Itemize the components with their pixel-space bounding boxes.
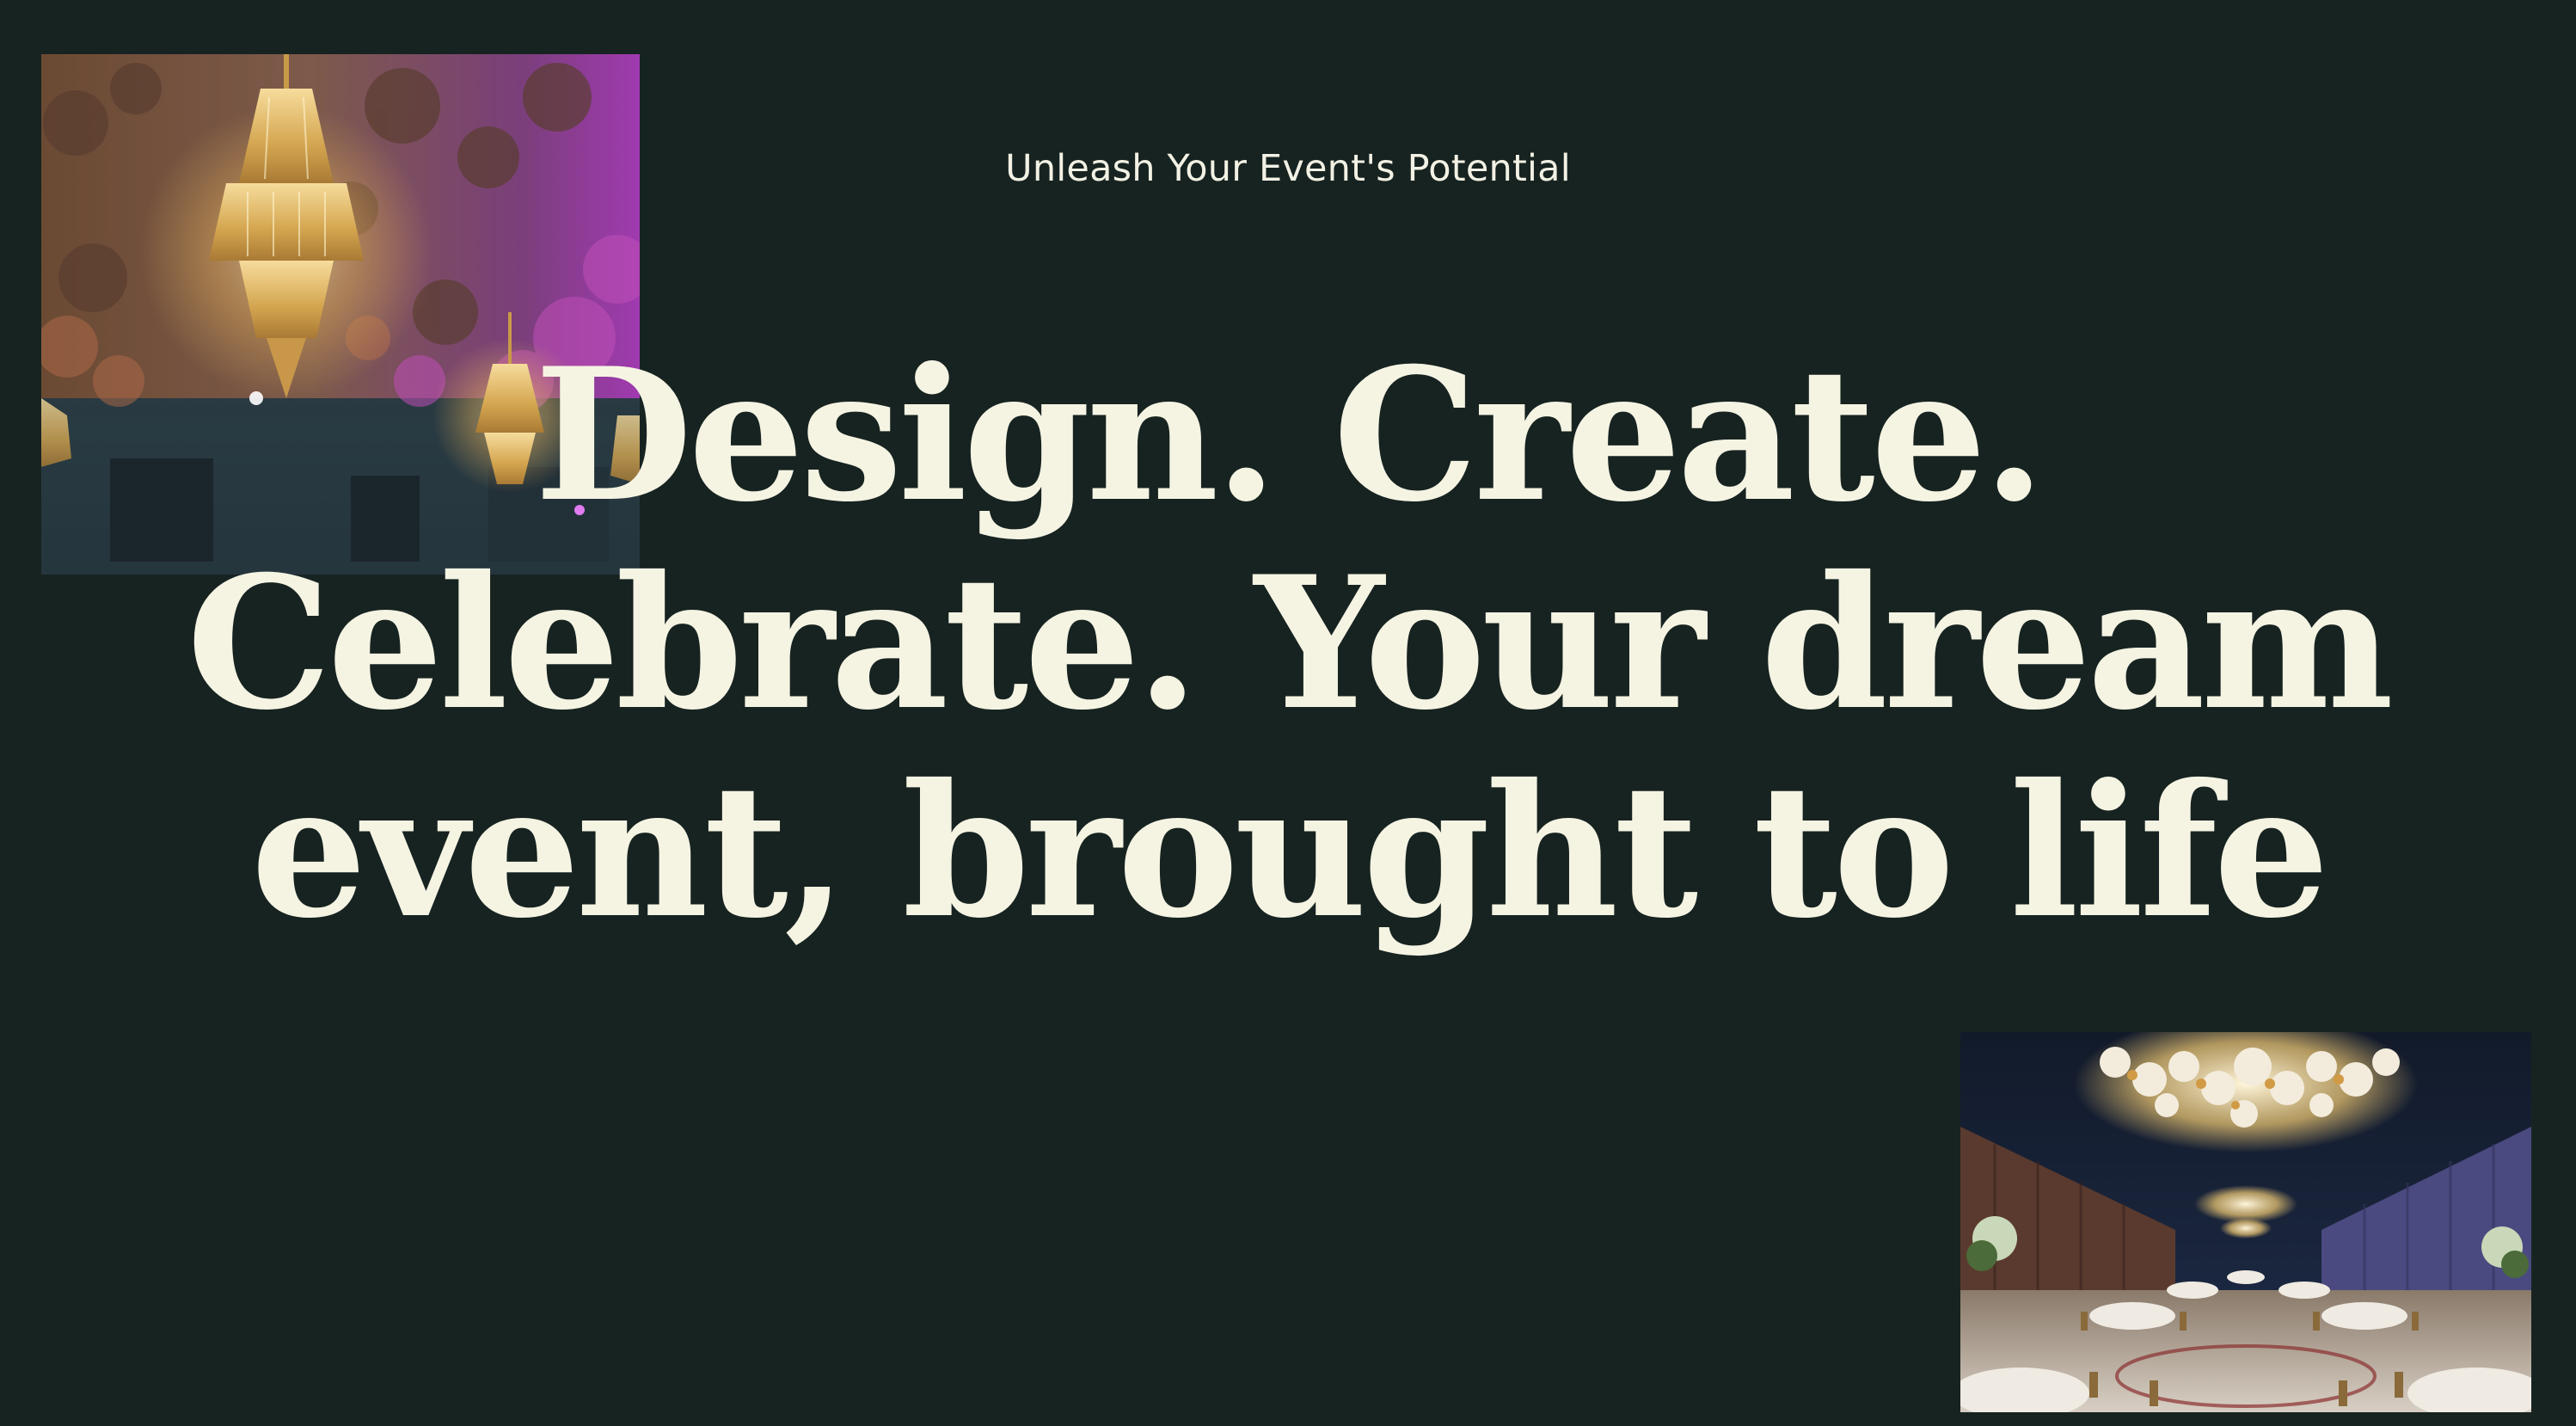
headline-line-3: event, brought to life (250, 744, 2329, 958)
headline-line-1: Design. Create. (534, 328, 2046, 542)
hero-headline: Design. Create. Celebrate. Your dream ev… (86, 331, 2490, 956)
ballroom-photo (1960, 1032, 2531, 1412)
hero-section: Unleash Your Event's Potential Design. C… (0, 0, 2576, 1426)
hero-eyebrow: Unleash Your Event's Potential (1005, 147, 1571, 190)
headline-line-2: Celebrate. Your dream (186, 536, 2394, 750)
